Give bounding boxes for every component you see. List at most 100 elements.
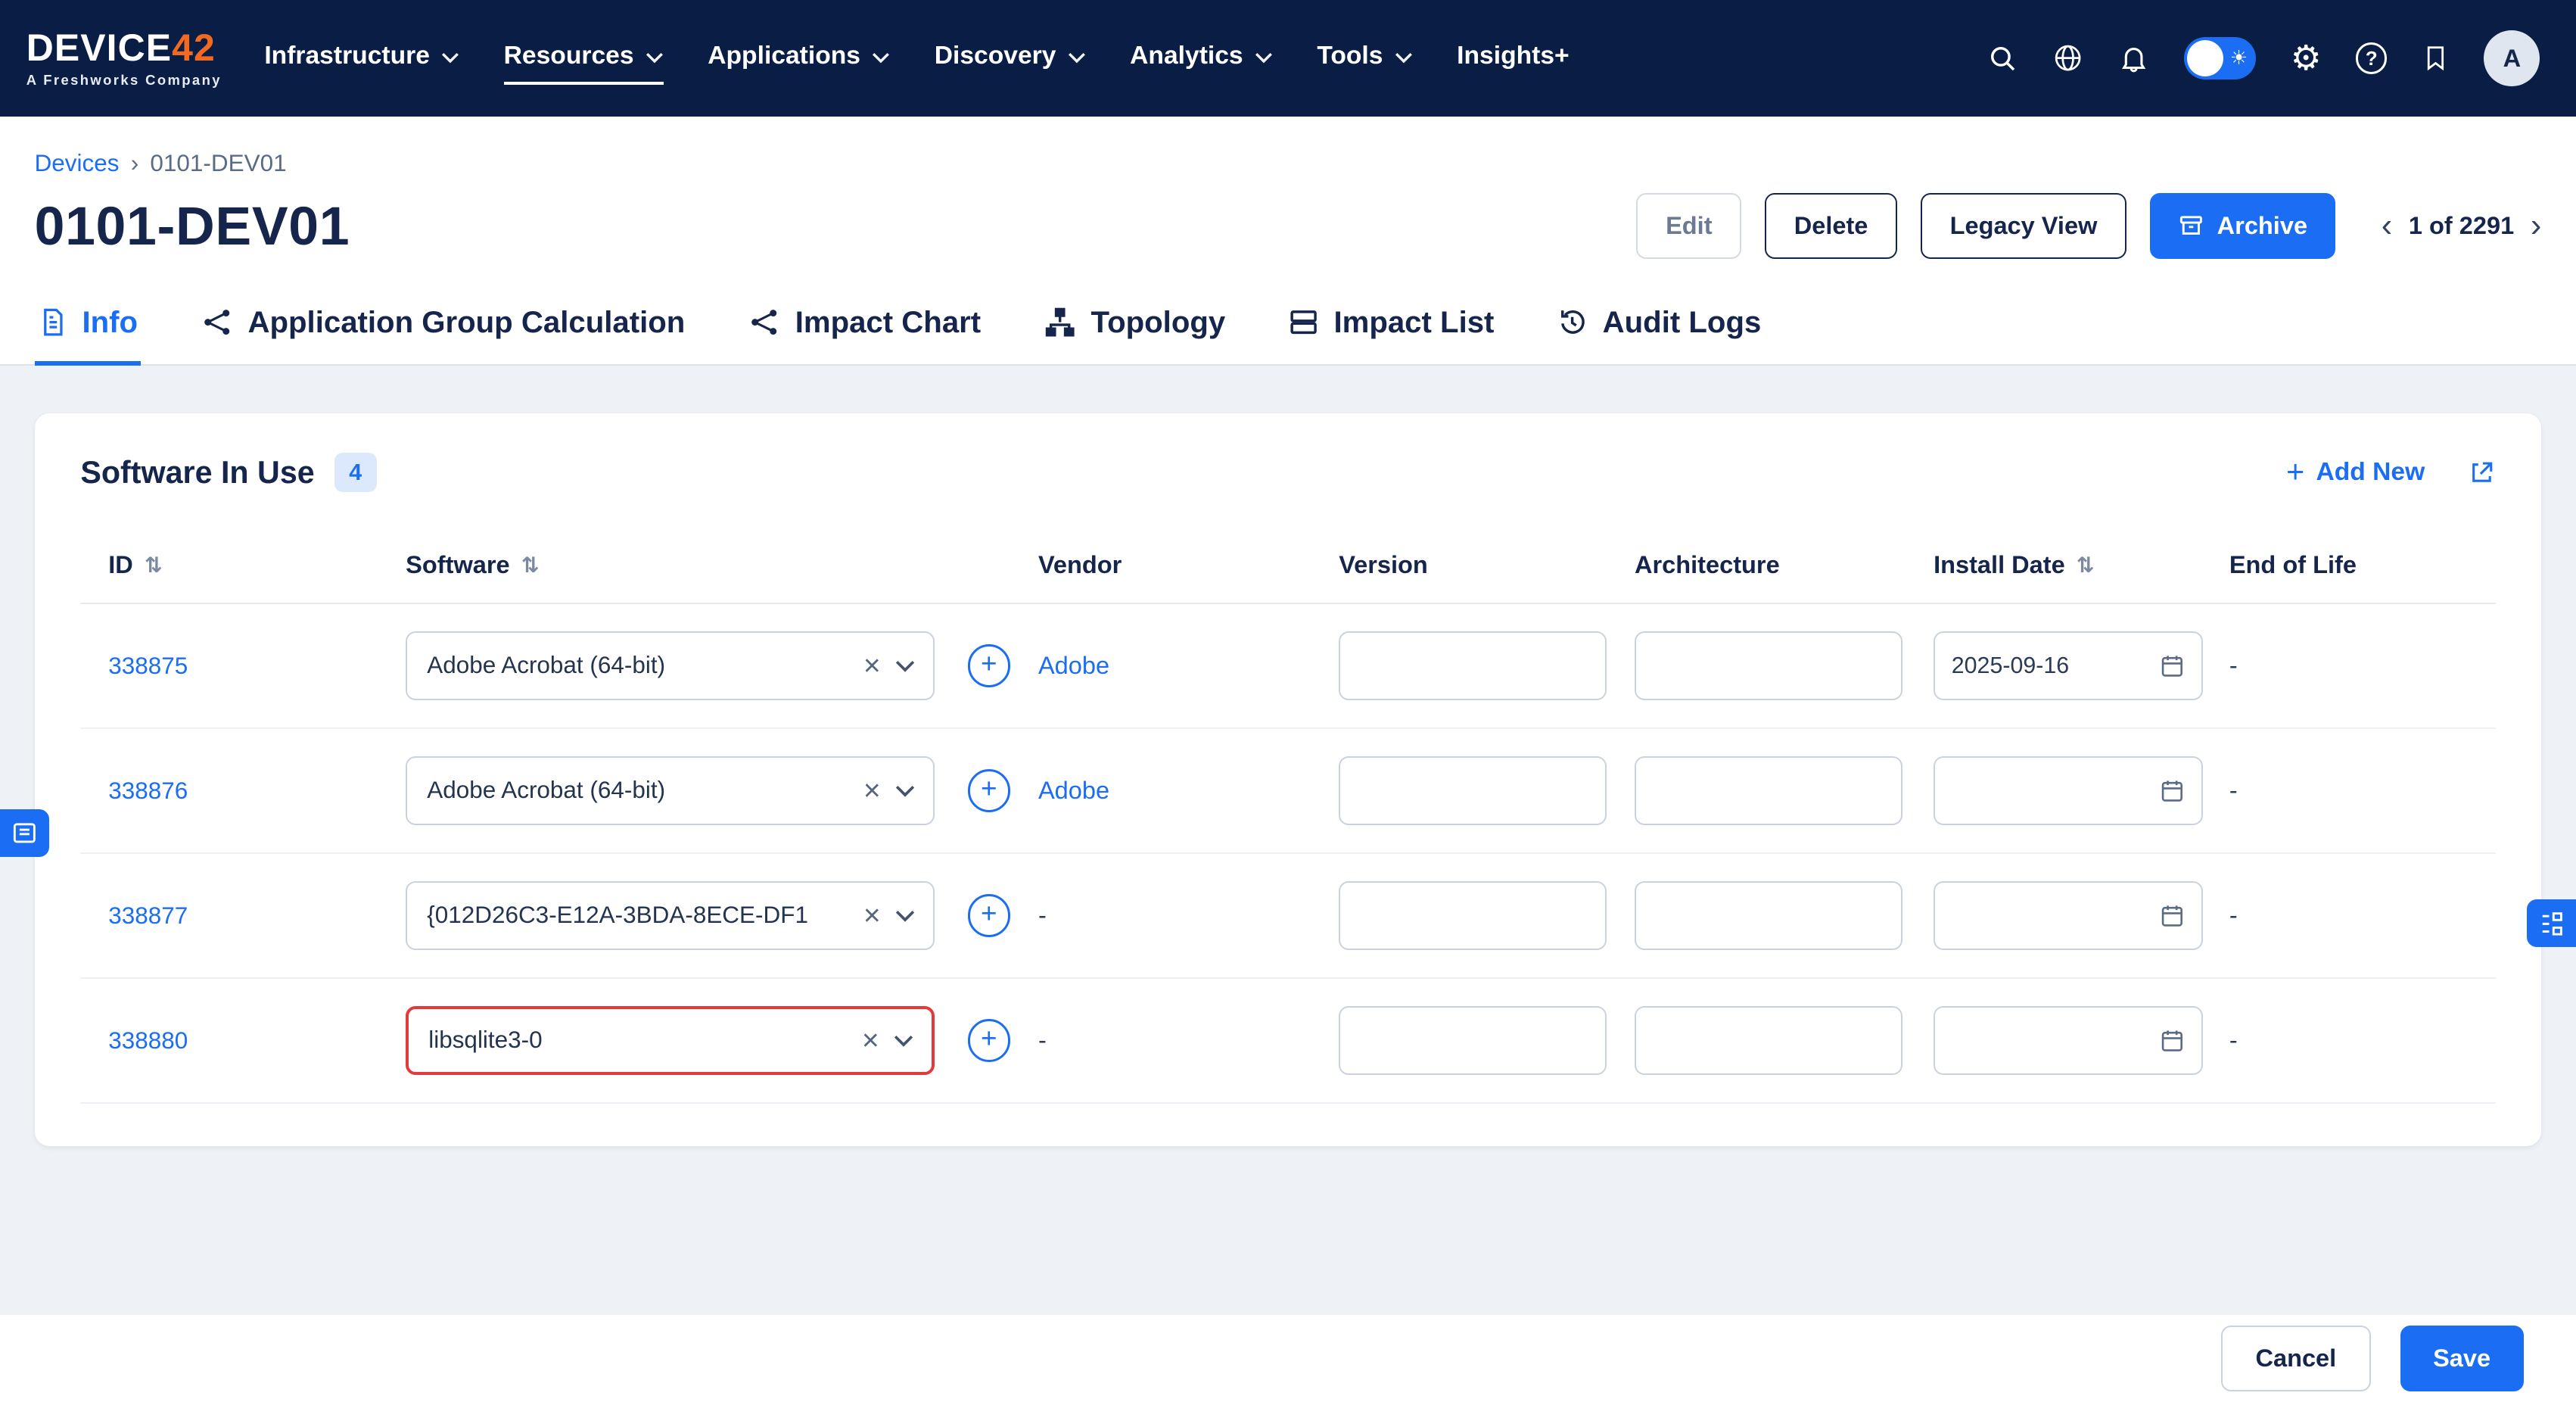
chevron-down-icon[interactable] (895, 909, 915, 922)
end-of-life-value: - (2229, 1027, 2238, 1054)
nav-insights-plus[interactable]: Insights+ (1457, 32, 1570, 85)
architecture-input[interactable] (1635, 756, 1902, 825)
vendor-link[interactable]: Adobe (1038, 777, 1109, 804)
row-id-link[interactable]: 338877 (108, 902, 188, 929)
nav-discovery[interactable]: Discovery (935, 32, 1086, 85)
clear-icon[interactable]: × (863, 776, 881, 805)
left-panel-toggle[interactable] (0, 809, 49, 857)
toggle-knob (2187, 40, 2223, 76)
tab-topology[interactable]: Topology (1040, 295, 1228, 366)
notifications-bell-icon[interactable] (2118, 42, 2149, 73)
nav-infrastructure[interactable]: Infrastructure (264, 32, 459, 85)
archive-button[interactable]: Archive (2150, 193, 2335, 259)
main-content: Software In Use 4 +Add New ID⇅ Software⇅… (0, 366, 2576, 1315)
row-id-link[interactable]: 338876 (108, 777, 188, 804)
clear-icon[interactable]: × (863, 651, 881, 681)
vendor-link[interactable]: Adobe (1038, 652, 1109, 679)
install-date-input[interactable] (1934, 881, 2203, 950)
prev-record-button[interactable]: ‹ (2382, 210, 2392, 242)
architecture-input[interactable] (1635, 631, 1902, 700)
software-count-badge: 4 (334, 453, 377, 492)
software-select[interactable]: Adobe Acrobat (64-bit) × (406, 756, 935, 825)
page-header: Devices › 0101-DEV01 0101-DEV01 Edit Del… (0, 117, 2576, 366)
software-select[interactable]: Adobe Acrobat (64-bit) × (406, 631, 935, 700)
calendar-icon[interactable] (2159, 1027, 2186, 1054)
save-button[interactable]: Save (2400, 1326, 2524, 1391)
clear-icon[interactable]: × (863, 901, 881, 930)
chevron-down-icon (1068, 52, 1086, 64)
end-of-life-value: - (2229, 652, 2238, 679)
edit-button[interactable]: Edit (1636, 193, 1741, 259)
sort-icon[interactable]: ⇅ (145, 553, 163, 578)
topology-icon (1044, 307, 1076, 338)
software-select-highlighted[interactable]: libsqlite3-0 × (406, 1006, 935, 1075)
delete-button[interactable]: Delete (1765, 193, 1897, 259)
chevron-down-icon[interactable] (895, 784, 915, 797)
legacy-view-button[interactable]: Legacy View (1921, 193, 2127, 259)
tab-audit-logs[interactable]: Audit Logs (1554, 295, 1765, 366)
column-header-vendor: Vendor (1038, 551, 1339, 579)
tab-impact-list[interactable]: Impact List (1284, 295, 1497, 366)
cancel-button[interactable]: Cancel (2221, 1326, 2371, 1391)
help-icon[interactable]: ? (2356, 42, 2387, 73)
version-input[interactable] (1339, 756, 1607, 825)
architecture-input[interactable] (1635, 1006, 1902, 1075)
column-header-software: Software⇅ (406, 551, 1038, 579)
tab-application-group-calculation[interactable]: Application Group Calculation (197, 295, 688, 366)
row-id-link[interactable]: 338875 (108, 653, 188, 679)
chevron-down-icon (1395, 52, 1413, 64)
logo-text: DEVICE42 (26, 30, 222, 67)
tab-info[interactable]: Info (35, 295, 142, 366)
theme-toggle[interactable]: ☀ (2184, 37, 2257, 79)
add-software-button[interactable]: + (968, 894, 1010, 936)
install-date-input[interactable] (1934, 756, 2203, 825)
architecture-input[interactable] (1635, 881, 1902, 950)
column-header-end-of-life: End of Life (2229, 551, 2496, 579)
tab-impact-chart[interactable]: Impact Chart (744, 295, 984, 366)
nav-analytics[interactable]: Analytics (1130, 32, 1273, 85)
table-row: 338877 {012D26C3-E12A-3BDA-8ECE-DF1 × + … (80, 854, 2495, 979)
row-id-link[interactable]: 338880 (108, 1027, 188, 1054)
add-new-button[interactable]: +Add New (2286, 456, 2425, 488)
impact-list-icon (1288, 307, 1319, 338)
right-panel-toggle[interactable] (2527, 899, 2576, 947)
breadcrumb: Devices › 0101-DEV01 (35, 150, 2542, 177)
settings-gear-icon[interactable]: ⚙ (2291, 41, 2322, 76)
chevron-down-icon (1255, 52, 1273, 64)
calendar-icon[interactable] (2159, 777, 2186, 804)
calendar-icon[interactable] (2159, 653, 2186, 679)
chevron-down-icon[interactable] (894, 1034, 913, 1047)
next-record-button[interactable]: › (2531, 210, 2541, 242)
sort-icon[interactable]: ⇅ (2077, 553, 2095, 578)
sun-icon: ☀ (2230, 48, 2248, 68)
add-software-button[interactable]: + (968, 644, 1010, 687)
version-input[interactable] (1339, 1006, 1607, 1075)
nav-applications[interactable]: Applications (708, 32, 890, 85)
chevron-down-icon[interactable] (895, 659, 915, 672)
install-date-input[interactable] (1934, 631, 2203, 700)
tree-panel-icon (2538, 911, 2565, 937)
nav-resources[interactable]: Resources (504, 32, 664, 85)
breadcrumb-devices-link[interactable]: Devices (35, 150, 120, 177)
user-avatar[interactable]: A (2484, 30, 2540, 86)
sort-icon[interactable]: ⇅ (521, 553, 540, 578)
clear-icon[interactable]: × (862, 1026, 879, 1055)
software-select[interactable]: {012D26C3-E12A-3BDA-8ECE-DF1 × (406, 881, 935, 950)
add-software-button[interactable]: + (968, 769, 1010, 812)
version-input[interactable] (1339, 631, 1607, 700)
column-header-install-date: Install Date⇅ (1934, 551, 2229, 579)
calendar-icon[interactable] (2159, 902, 2186, 929)
nav-tools[interactable]: Tools (1317, 32, 1412, 85)
search-icon[interactable] (1986, 42, 2018, 73)
primary-nav: Infrastructure Resources Applications Di… (264, 32, 1569, 85)
device42-logo[interactable]: DEVICE42 A Freshworks Company (26, 30, 222, 88)
external-link-icon[interactable] (2468, 459, 2496, 487)
version-input[interactable] (1339, 881, 1607, 950)
bookmark-icon[interactable] (2422, 42, 2450, 73)
globe-icon[interactable] (2052, 42, 2083, 73)
add-software-button[interactable]: + (968, 1019, 1010, 1061)
install-date-input[interactable] (1934, 1006, 2203, 1075)
app-group-icon (201, 307, 233, 338)
column-header-id: ID⇅ (108, 551, 406, 579)
impact-chart-icon (748, 307, 780, 338)
